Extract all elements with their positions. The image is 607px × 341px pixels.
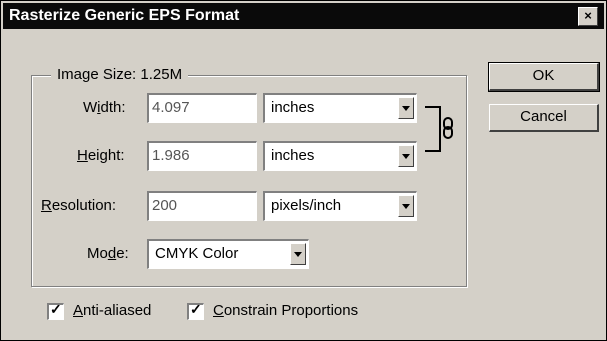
anti-aliased-label-key: A: [73, 302, 84, 319]
mode-label-pre: Mo: [87, 245, 108, 262]
constrain-proportions-label-rest: onstrain Proportions: [223, 302, 359, 319]
resolution-label: Resolution:: [41, 196, 116, 216]
checkmark-icon: ✓: [190, 301, 202, 317]
anti-aliased-label[interactable]: Anti-aliased: [73, 301, 151, 321]
resolution-unit-select[interactable]: pixels/inch: [263, 191, 417, 221]
width-unit-value: inches: [271, 99, 315, 116]
width-label-pre: W: [83, 99, 98, 116]
width-label: Width:: [83, 98, 126, 118]
constrain-bracket: [425, 106, 441, 152]
anti-aliased-label-rest: nti-aliased: [83, 302, 152, 319]
mode-dropdown-arrow-icon[interactable]: [290, 243, 306, 265]
width-unit-select[interactable]: inches: [263, 93, 417, 123]
resolution-unit-dropdown-arrow-icon[interactable]: [398, 195, 414, 217]
height-label-key: H: [77, 147, 88, 164]
chain-link-icon: [443, 117, 453, 139]
image-size-label: Image Size: 1.25M: [51, 65, 189, 85]
anti-aliased-option[interactable]: ✓ Anti-aliased: [47, 301, 187, 323]
resolution-unit-value: pixels/inch: [271, 197, 342, 214]
constrain-proportions-option[interactable]: ✓ Constrain Proportions: [187, 301, 417, 323]
constrain-proportions-label-key: C: [213, 302, 224, 319]
mode-label-post: e:: [116, 245, 129, 262]
mode-label: Mode:: [87, 244, 129, 264]
height-unit-select[interactable]: inches: [263, 141, 417, 171]
width-input[interactable]: 4.097: [147, 93, 257, 123]
mode-select[interactable]: CMYK Color: [147, 239, 309, 269]
height-unit-value: inches: [271, 147, 315, 164]
height-unit-dropdown-arrow-icon[interactable]: [398, 145, 414, 167]
anti-aliased-checkbox[interactable]: ✓: [47, 301, 64, 320]
title-bar: Rasterize Generic EPS Format ×: [3, 3, 604, 29]
mode-label-key: d: [107, 245, 117, 262]
height-label-post: eight:: [87, 147, 125, 164]
rasterize-eps-dialog: Rasterize Generic EPS Format × Image Siz…: [0, 0, 607, 341]
resolution-label-post: esolution:: [51, 197, 117, 214]
dialog-title: Rasterize Generic EPS Format: [9, 7, 240, 24]
height-input[interactable]: 1.986: [147, 141, 257, 171]
close-icon: ×: [584, 8, 592, 23]
constrain-proportions-checkbox[interactable]: ✓: [187, 301, 204, 320]
checkmark-icon: ✓: [50, 301, 62, 317]
constrain-proportions-label[interactable]: Constrain Proportions: [213, 301, 358, 321]
close-button[interactable]: ×: [578, 7, 598, 26]
cancel-button[interactable]: Cancel: [489, 104, 599, 132]
width-unit-dropdown-arrow-icon[interactable]: [398, 97, 414, 119]
resolution-label-key: R: [41, 197, 52, 214]
resolution-input[interactable]: 200: [147, 191, 257, 221]
ok-button[interactable]: OK: [488, 62, 600, 92]
width-label-post: dth:: [100, 99, 126, 116]
height-label: Height:: [77, 146, 125, 166]
mode-value: CMYK Color: [155, 245, 239, 262]
